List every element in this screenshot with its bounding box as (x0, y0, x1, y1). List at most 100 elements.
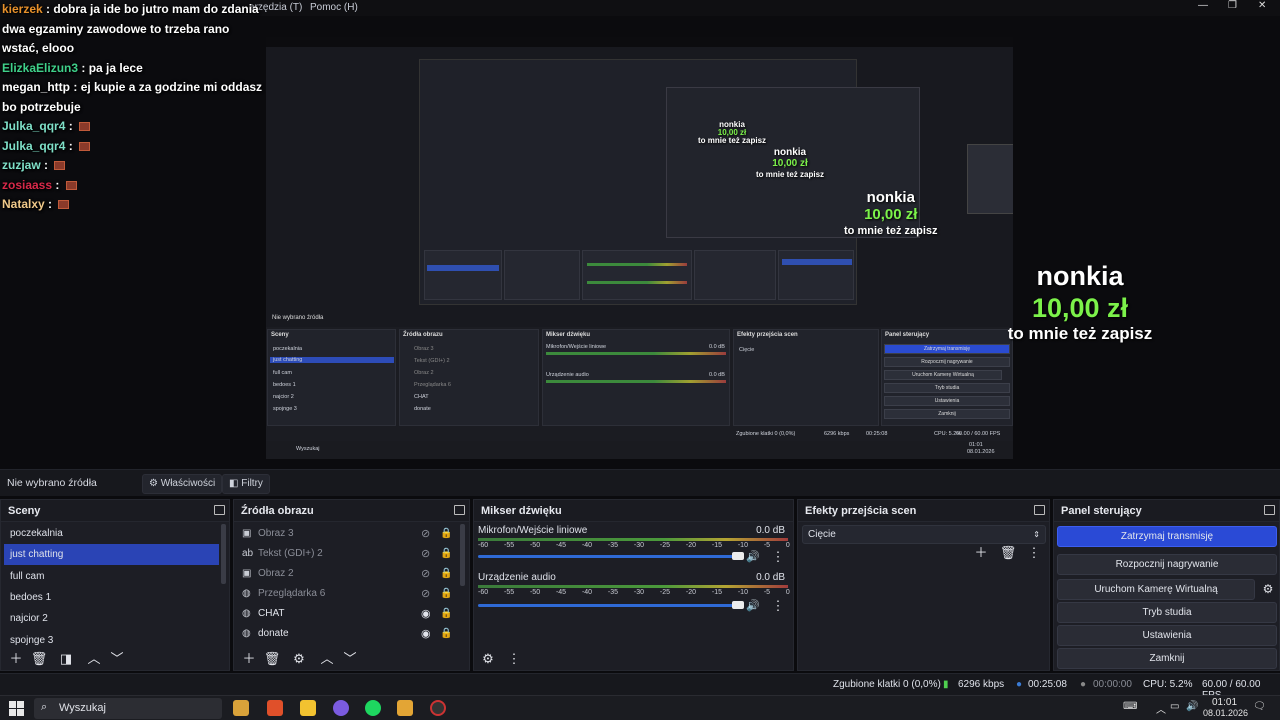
scene-item[interactable]: najcior 2 (4, 608, 219, 629)
studio-mode-button[interactable]: Tryb studia (1057, 602, 1277, 623)
no-source-label: Nie wybrano źródła (7, 477, 97, 489)
exit-button[interactable]: Zamknij (1057, 648, 1277, 669)
gear-icon[interactable]: ⚙ (1259, 580, 1277, 598)
move-down-button[interactable]: ﹀ (341, 650, 359, 668)
chevron-up-icon[interactable]: ︿ (1156, 701, 1166, 716)
volume-slider-knob[interactable] (732, 552, 744, 560)
source-item[interactable]: ▣ Obraz 2 ⊘ 🔒 (238, 564, 458, 584)
nested-preview (419, 59, 1013, 305)
source-item[interactable]: ab Tekst (GDI+) 2 ⊘ 🔒 (238, 544, 458, 564)
globe-icon: ◍ (242, 588, 251, 599)
spotify-icon[interactable] (365, 700, 381, 716)
source-properties-button[interactable]: ⚙ (290, 650, 308, 668)
undock-icon[interactable] (1264, 505, 1275, 515)
sources-scrollbar[interactable] (460, 524, 465, 586)
taskbar: ⌕ Wyszukaj ⌨ ︿ ▭ 🔊 01:01 08.01.2026 🗨 (0, 695, 1280, 720)
menu-help[interactable]: Pomoc (H) (310, 2, 358, 13)
add-scene-button[interactable]: ＋ (7, 650, 25, 668)
lock-icon[interactable]: 🔒 (440, 524, 452, 544)
channel-menu-button[interactable]: ⋮ (769, 597, 787, 615)
volume-meter (478, 538, 788, 541)
transition-select[interactable]: Cięcie ⇕ (802, 525, 1046, 544)
obs-icon[interactable] (430, 700, 446, 716)
undock-icon[interactable] (1034, 505, 1045, 515)
scene-item[interactable]: spojnge 3 (4, 630, 219, 651)
lock-icon[interactable]: 🔒 (440, 584, 452, 604)
move-down-button[interactable]: ﹀ (108, 650, 126, 668)
clock-date[interactable]: 08.01.2026 (1203, 708, 1248, 718)
scale-tick: -40 (581, 542, 593, 549)
scale-tick: -45 (555, 542, 567, 549)
scene-item[interactable]: full cam (4, 566, 219, 587)
volume-slider[interactable] (478, 604, 740, 607)
preview-canvas[interactable]: nonkia 10,00 zł to mnie też zapisz nonkia 1… (266, 37, 1013, 459)
scene-item[interactable]: poczekalnia (4, 523, 219, 544)
chat-text: pa ja lece (88, 60, 143, 75)
clock-time[interactable]: 01:01 (1212, 697, 1237, 708)
add-source-button[interactable]: ＋ (240, 650, 258, 668)
scenes-scrollbar[interactable] (221, 524, 226, 584)
brave-icon[interactable] (267, 700, 283, 716)
chat-username: megan_http (2, 80, 71, 94)
eye-off-icon[interactable]: ⊘ (421, 544, 430, 564)
properties-button[interactable]: ⚙ Właściwości (142, 474, 223, 494)
source-name: CHAT (258, 608, 285, 619)
scene-item[interactable]: just chatting (4, 544, 219, 566)
eye-icon[interactable]: ◉ (421, 624, 431, 644)
controls-title: Panel sterujący (1061, 505, 1142, 517)
eye-icon[interactable]: ◉ (421, 604, 431, 624)
virtual-camera-button[interactable]: Uruchom Kamerę Wirtualną (1057, 579, 1255, 600)
chat-username: Natalxy (2, 197, 45, 211)
move-up-button[interactable]: ︿ (85, 650, 103, 668)
undock-icon[interactable] (214, 505, 225, 515)
remove-scene-button[interactable]: 🗑 (30, 650, 48, 668)
volume-icon[interactable]: 🔊 (1186, 701, 1198, 712)
lock-icon[interactable]: 🔒 (440, 564, 452, 584)
app-icon-1[interactable] (233, 700, 249, 716)
stop-streaming-button[interactable]: Zatrzymaj transmisję (1057, 526, 1277, 547)
lock-icon[interactable]: 🔒 (440, 624, 452, 644)
scale-tick: -15 (711, 589, 722, 596)
notification-icon[interactable]: 🗨 (1253, 701, 1266, 712)
minimize-icon[interactable]: — (1198, 0, 1208, 11)
remove-source-button[interactable]: 🗑 (263, 650, 281, 668)
source-item[interactable]: ▣ Obraz 3 ⊘ 🔒 (238, 524, 458, 544)
transition-menu-button[interactable]: ⋮ (1025, 544, 1043, 562)
filters-button[interactable]: ◧ Filtry (222, 474, 270, 494)
eye-off-icon[interactable]: ⊘ (421, 584, 430, 604)
move-up-button[interactable]: ︿ (318, 650, 336, 668)
source-item[interactable]: ◍ donate ◉ 🔒 (238, 624, 458, 644)
scene-filters-button[interactable]: ◨ (57, 650, 75, 668)
scale-tick: -30 (633, 589, 645, 596)
undock-icon[interactable] (454, 505, 465, 515)
close-icon[interactable]: ✕ (1258, 0, 1266, 11)
volume-slider-knob[interactable] (732, 601, 744, 609)
source-item[interactable]: ◍ Przeglądarka 6 ⊘ 🔒 (238, 584, 458, 604)
restore-icon[interactable]: ❐ (1228, 0, 1237, 11)
sources-dock: Źródła obrazu ▣ Obraz 3 ⊘ 🔒 ab Tekst (GDI+) 2… (233, 499, 470, 671)
eye-off-icon[interactable]: ⊘ (421, 524, 430, 544)
discord-icon[interactable] (333, 700, 349, 716)
add-transition-button[interactable]: ＋ (972, 544, 990, 562)
mixer-menu-button[interactable]: ⋮ (505, 650, 523, 668)
lock-icon[interactable]: 🔒 (440, 604, 452, 624)
source-name: donate (258, 628, 289, 639)
remove-transition-button[interactable]: 🗑 (999, 544, 1017, 562)
keyboard-icon[interactable]: ⌨ (1123, 701, 1137, 712)
mixer-settings-button[interactable]: ⚙ (479, 650, 497, 668)
channel-menu-button[interactable]: ⋮ (769, 548, 787, 566)
folder-icon[interactable] (300, 700, 316, 716)
scene-item[interactable]: bedoes 1 (4, 587, 219, 608)
lock-icon[interactable]: 🔒 (440, 544, 452, 564)
speaker-icon[interactable]: 🔊 (744, 597, 762, 615)
settings-button[interactable]: Ustawienia (1057, 625, 1277, 646)
speaker-icon[interactable]: 🔊 (744, 548, 762, 566)
volume-slider[interactable] (478, 555, 740, 558)
media-icon[interactable] (397, 700, 413, 716)
network-icon[interactable]: ▭ (1170, 701, 1179, 712)
source-item[interactable]: ◍ CHAT ◉ 🔒 (238, 604, 458, 624)
windows-start-icon[interactable] (9, 701, 24, 716)
eye-off-icon[interactable]: ⊘ (421, 564, 430, 584)
taskbar-search[interactable]: ⌕ Wyszukaj (34, 698, 222, 719)
start-recording-button[interactable]: Rozpocznij nagrywanie (1057, 554, 1277, 575)
